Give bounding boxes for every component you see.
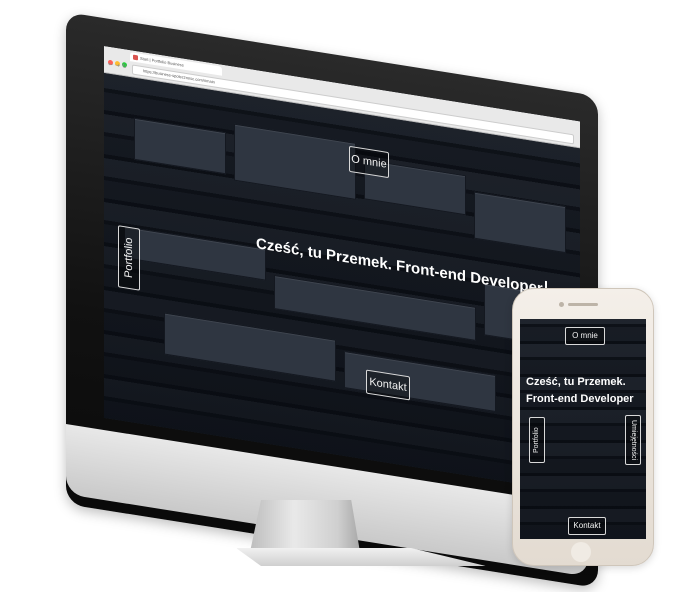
mobile-about-nav-button[interactable]: O mnie — [565, 327, 605, 345]
iphone-mockup: O mnie Cześć, tu Przemek. Front-end Deve… — [512, 288, 654, 566]
mobile-headline-line1: Cześć, tu Przemek. — [526, 376, 626, 388]
phone-camera — [559, 302, 564, 307]
phone-screen: O mnie Cześć, tu Przemek. Front-end Deve… — [520, 319, 646, 539]
stone-texture — [124, 226, 266, 281]
imac-stand — [250, 500, 360, 552]
home-button[interactable] — [571, 542, 591, 562]
favicon-icon — [133, 54, 138, 61]
stone-texture — [164, 312, 336, 382]
mobile-contact-nav-button[interactable]: Kontakt — [568, 517, 606, 535]
portfolio-nav-button[interactable]: Portfolio — [118, 225, 140, 291]
stone-texture — [134, 117, 226, 175]
mobile-headline-line2: Front-end Developer — [526, 393, 634, 405]
stone-texture — [234, 123, 356, 200]
mobile-portfolio-nav-button[interactable]: Portfolio — [529, 417, 545, 463]
imac-screen: Start | Portfolio Business ← → ↻ https:/… — [104, 46, 580, 494]
stone-texture — [274, 274, 476, 341]
phone-speaker — [568, 303, 598, 306]
stone-texture — [474, 191, 566, 254]
mobile-skills-nav-button[interactable]: Umiejętności — [625, 415, 641, 465]
mobile-hero-headline: Cześć, tu Przemek. Front-end Developer — [526, 374, 634, 408]
